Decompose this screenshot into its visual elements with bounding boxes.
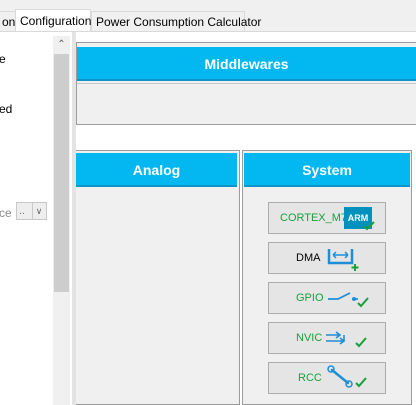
left-panel-text-2: ed — [0, 102, 13, 116]
chevron-down-icon: ∨ — [32, 203, 45, 219]
gpio-switch-icon — [328, 292, 369, 308]
dma-label: DMA — [296, 252, 321, 264]
middlewares-header: Middlewares — [77, 47, 416, 81]
tab-bar: on Configuration Power Consumption Calcu… — [0, 0, 416, 32]
analog-header: Analog — [76, 153, 237, 187]
middlewares-divider — [77, 83, 416, 84]
cortex-m7-label: CORTEX_M7 — [280, 212, 348, 224]
left-panel-select-value: .. — [19, 205, 26, 217]
tab-power-consumption-calculator[interactable]: Power Consumption Calculator — [91, 11, 261, 31]
system-section: System CORTEX_M7 ARM DMA GPIO NVIC RCC — [242, 150, 412, 405]
rcc-button[interactable]: RCC — [268, 362, 386, 394]
gpio-button[interactable]: GPIO — [268, 282, 386, 314]
nvic-button[interactable]: NVIC — [268, 322, 386, 354]
left-panel-text-1: e — [0, 52, 6, 66]
left-panel-scrollbar[interactable]: ⌃ — [53, 36, 70, 405]
scrollbar-thumb[interactable] — [54, 54, 69, 292]
rcc-label: RCC — [298, 372, 322, 384]
left-panel-select[interactable]: .. ∨ — [16, 202, 47, 220]
tab-pinout[interactable]: on — [0, 11, 16, 31]
analog-section: Analog — [76, 150, 240, 405]
system-header: System — [244, 153, 410, 187]
dma-icon — [327, 249, 359, 271]
left-panel-text-3: ce — [0, 206, 12, 220]
cortex-m7-button[interactable]: CORTEX_M7 ARM — [268, 202, 386, 234]
nvic-arrows-icon — [326, 331, 367, 348]
check-icon — [363, 221, 375, 231]
wrench-icon — [327, 365, 367, 388]
dma-button[interactable]: DMA — [268, 242, 386, 274]
scroll-up-arrow-icon[interactable]: ⌃ — [53, 36, 70, 53]
nvic-label: NVIC — [296, 332, 323, 344]
gpio-label: GPIO — [296, 292, 324, 304]
tab-configuration[interactable]: Configuration — [15, 9, 91, 32]
middlewares-section: Middlewares — [76, 42, 416, 125]
